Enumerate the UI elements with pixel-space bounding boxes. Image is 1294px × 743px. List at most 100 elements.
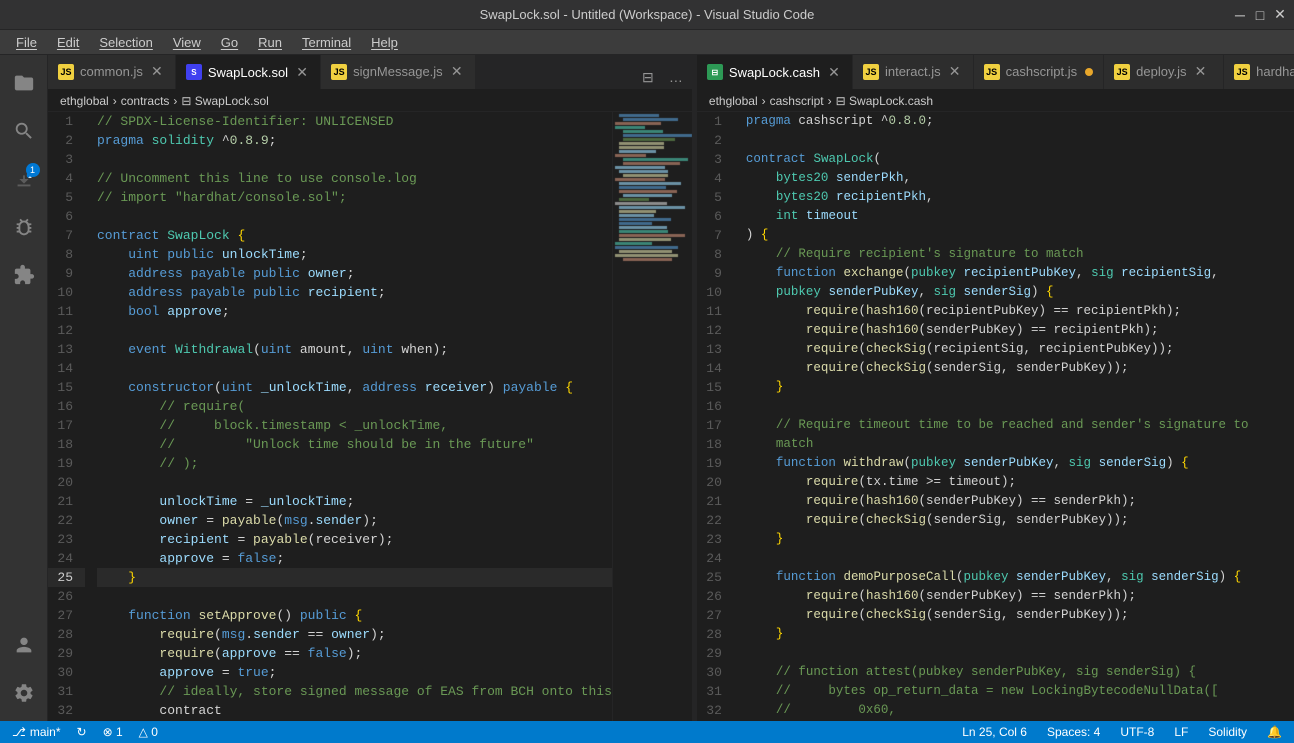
rcode-24 [746,549,1294,568]
code-line-25: } [97,568,612,587]
ln27: 27 [48,606,85,625]
close-button[interactable]: ✕ [1274,9,1286,21]
editor-group-right: ⊟ SwapLock.cash ✕ JS interact.js ✕ JS ca… [697,55,1294,721]
status-left: ⎇ main* ↻ ⊗ 1 △ 0 [8,725,162,739]
tab-cashscript-js[interactable]: JS cashscript.js [974,55,1105,89]
rcode-29 [746,644,1294,663]
tab-hardhat-js[interactable]: JS hardhat.config.js ✕ [1224,55,1294,89]
ln22: 22 [48,511,85,530]
breadcrumb-ethglobal[interactable]: ethglobal [60,94,109,108]
breadcrumb-swaplock-sol[interactable]: ⊟ SwapLock.sol [181,94,268,108]
rln21: 21 [697,492,734,511]
ln11: 11 [48,302,85,321]
tab-close-swaplock[interactable]: ✕ [294,64,310,80]
breadcrumb-ethglobal-right[interactable]: ethglobal [709,94,758,108]
breadcrumb-cashscript[interactable]: cashscript [770,94,824,108]
menu-go[interactable]: Go [213,33,246,52]
menu-help[interactable]: Help [363,33,406,52]
warnings-status[interactable]: △ 0 [135,725,162,739]
tab-common-js[interactable]: JS common.js ✕ [48,55,176,89]
tab-close-deploy[interactable]: ✕ [1192,64,1208,80]
sync-status[interactable]: ↻ [73,725,91,739]
tab-swaplockcash[interactable]: ⊟ SwapLock.cash ✕ [697,55,853,89]
indentation-status[interactable]: Spaces: 4 [1043,725,1104,739]
tab-deploy-js[interactable]: JS deploy.js ✕ [1104,55,1224,89]
eol-status[interactable]: LF [1170,725,1192,739]
git-branch-status[interactable]: ⎇ main* [8,725,65,739]
tab-label-hardhat: hardhat.config.js [1256,64,1294,79]
tab-close-interact[interactable]: ✕ [947,64,963,80]
rcode-32: // 0x60, [746,701,1294,720]
activity-settings[interactable] [0,669,48,717]
activity-search[interactable] [0,107,48,155]
tab-close-common[interactable]: ✕ [149,64,165,80]
rln25: 25 [697,568,734,587]
code-content-right[interactable]: pragma cashscript ^0.8.0; contract SwapL… [742,112,1294,721]
menu-bar: File Edit Selection View Go Run Terminal… [0,30,1294,55]
errors-status[interactable]: ⊗ 1 [99,725,127,739]
activity-explorer[interactable] [0,59,48,107]
tab-signmessage-js[interactable]: JS signMessage.js ✕ [321,55,476,89]
tab-bar-right: ⊟ SwapLock.cash ✕ JS interact.js ✕ JS ca… [697,55,1294,90]
breadcrumb-contracts[interactable]: contracts [121,94,170,108]
title-bar: SwapLock.sol - Untitled (Workspace) - Vi… [0,0,1294,30]
menu-view[interactable]: View [165,33,209,52]
rln30: 30 [697,663,734,682]
tab-label-signmessage: signMessage.js [353,64,443,79]
language-mode[interactable]: Solidity [1204,725,1251,739]
activity-account[interactable] [0,621,48,669]
ln3: 3 [48,150,85,169]
tab-actions-left: ⊟ … [636,65,692,89]
code-area-left: 1 2 3 4 5 6 7 8 9 10 11 12 13 14 [48,112,692,721]
activity-debug[interactable] [0,203,48,251]
breadcrumb-swaplock-cash[interactable]: ⊟ SwapLock.cash [836,94,933,108]
rln17: 17 [697,416,734,435]
code-line-1: // SPDX-License-Identifier: UNLICENSED [97,112,612,131]
ln18: 18 [48,435,85,454]
notifications-bell[interactable]: 🔔 [1263,725,1286,739]
menu-terminal[interactable]: Terminal [294,33,359,52]
menu-selection[interactable]: Selection [91,33,160,52]
tab-close-signmessage[interactable]: ✕ [449,64,465,80]
rln3: 3 [697,150,734,169]
rln26: 26 [697,587,734,606]
menu-edit[interactable]: Edit [49,33,87,52]
tab-swaplock-sol[interactable]: S SwapLock.sol ✕ [176,55,321,89]
encoding-status[interactable]: UTF-8 [1116,725,1158,739]
cursor-position[interactable]: Ln 25, Col 6 [958,725,1031,739]
code-line-17: // block.timestamp < _unlockTime, [97,416,612,435]
ln32: 32 [48,701,85,720]
tab-label-common: common.js [80,64,143,79]
ln21: 21 [48,492,85,511]
menu-file[interactable]: File [8,33,45,52]
git-badge: 1 [26,163,40,177]
activity-git[interactable]: 1 1 [0,155,48,203]
ln17: 17 [48,416,85,435]
rcode-13: require(checkSig(recipientSig, recipient… [746,340,1294,359]
code-area-right: 1 2 3 4 5 6 7 8 9 10 11 12 13 14 [697,112,1294,721]
rln31: 31 [697,682,734,701]
split-editor-btn[interactable]: ⊟ [636,65,660,89]
code-content-left[interactable]: // SPDX-License-Identifier: UNLICENSED p… [93,112,612,721]
ln4: 4 [48,169,85,188]
line-numbers-right: 1 2 3 4 5 6 7 8 9 10 11 12 13 14 [697,112,742,721]
activity-extensions[interactable] [0,251,48,299]
activity-bar: 1 1 [0,55,48,721]
maximize-button[interactable]: □ [1254,9,1266,21]
more-tabs-btn[interactable]: … [664,65,688,89]
menu-run[interactable]: Run [250,33,290,52]
tab-interact-js[interactable]: JS interact.js ✕ [853,55,974,89]
tab-close-swaplockcash[interactable]: ✕ [826,64,842,80]
code-line-13: event Withdrawal(uint amount, uint when)… [97,340,612,359]
status-bar: ⎇ main* ↻ ⊗ 1 △ 0 Ln 25, Col 6 Spaces: 4… [0,721,1294,743]
ln14: 14 [48,359,85,378]
window-controls[interactable]: ─ □ ✕ [1234,9,1286,21]
tab-label-interact: interact.js [885,64,941,79]
sync-icon: ↻ [77,725,87,739]
rcode-21: require(hash160(senderPubKey) == senderP… [746,492,1294,511]
code-line-23: recipient = payable(receiver); [97,530,612,549]
rln22: 22 [697,511,734,530]
tab-icon-cashscript: JS [984,64,1000,80]
tab-bar-left: JS common.js ✕ S SwapLock.sol ✕ JS signM… [48,55,692,90]
minimize-button[interactable]: ─ [1234,9,1246,21]
